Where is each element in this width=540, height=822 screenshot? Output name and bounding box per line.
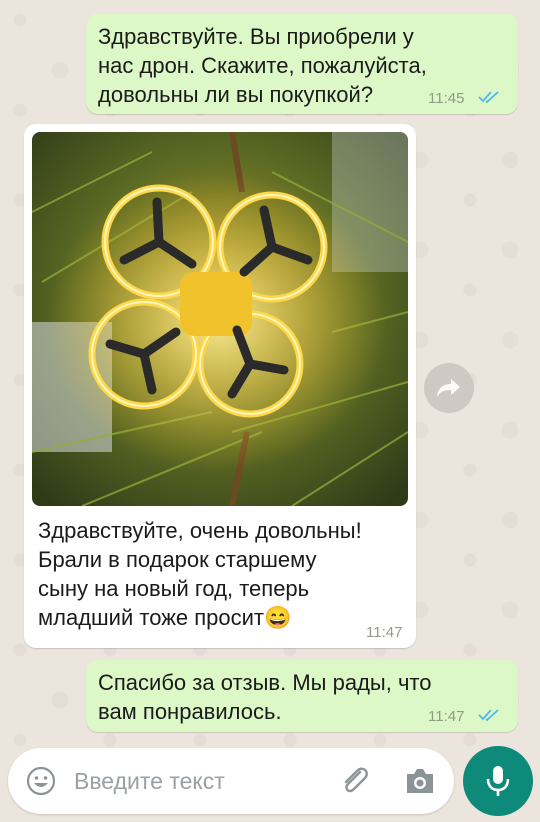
forward-arrow-icon — [437, 379, 460, 397]
message-line: вам понравилось. — [98, 699, 282, 724]
message-line: Здравствуйте. Вы приобрели у — [98, 24, 414, 49]
message-line: младший тоже просит — [38, 605, 265, 630]
message-line: нас дрон. Скажите, пожалуйста, — [98, 53, 427, 78]
message-line: Брали в подарок старшему — [38, 547, 317, 572]
message-line: довольны ли вы покупкой? — [98, 82, 374, 107]
microphone-icon — [486, 766, 510, 796]
forward-button[interactable] — [424, 363, 474, 413]
message-line: Спасибо за отзыв. Мы рады, что — [98, 670, 432, 695]
drone-photo[interactable] — [32, 132, 408, 506]
message-time: 11:47 — [366, 624, 403, 641]
paperclip-icon[interactable] — [338, 764, 372, 798]
message-line: Здравствуйте, очень довольны! — [38, 518, 362, 543]
drone-photo-image — [32, 132, 408, 506]
outgoing-message[interactable]: Спасибо за отзыв. Мы рады, что вам понра… — [86, 660, 518, 732]
voice-message-button[interactable] — [463, 746, 533, 816]
read-receipt-icon — [478, 91, 499, 104]
incoming-message[interactable]: Здравствуйте, очень довольны! Брали в по… — [24, 124, 416, 648]
emoji-icon[interactable] — [26, 766, 56, 796]
message-line: сыну на новый год, теперь — [38, 576, 310, 601]
message-input[interactable]: Введите текст — [74, 768, 225, 795]
read-receipt-icon — [478, 709, 499, 722]
outgoing-message[interactable]: Здравствуйте. Вы приобрели у нас дрон. С… — [86, 14, 518, 114]
message-time: 11:45 — [428, 90, 465, 107]
grinning-emoji: 😄 — [264, 605, 292, 630]
camera-icon[interactable] — [404, 766, 436, 796]
message-composer[interactable]: Введите текст — [8, 748, 454, 814]
message-time: 11:47 — [428, 708, 465, 725]
